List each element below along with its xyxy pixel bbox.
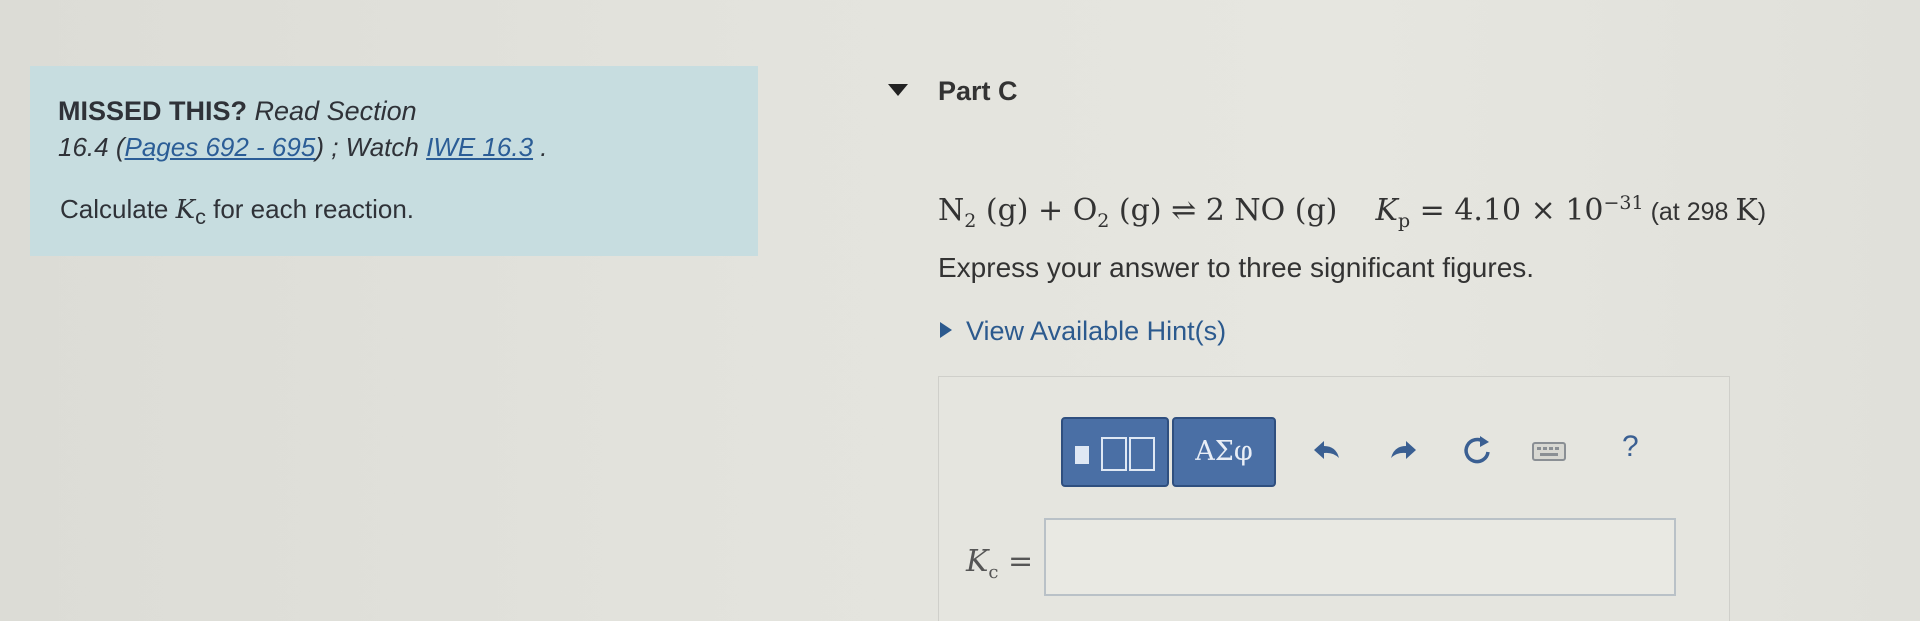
iwe-link[interactable]: IWE 16.3 <box>426 132 533 162</box>
view-hints-label: View Available Hint(s) <box>966 316 1227 346</box>
templates-icon-part <box>1129 437 1155 471</box>
missed-this-heading: MISSED THIS? Read Section <box>58 96 417 127</box>
kc-sub: c <box>988 562 999 583</box>
expand-triangle-icon <box>940 322 952 338</box>
eq-kp: K <box>1375 193 1398 228</box>
eq-value: = 4.10 × 10 <box>1410 193 1604 228</box>
keyboard-icon[interactable] <box>1530 432 1568 470</box>
templates-icon-part <box>1101 437 1127 471</box>
eq-kp-sub: p <box>1397 210 1411 232</box>
redo-icon[interactable] <box>1384 432 1422 470</box>
kc-eq: = <box>998 544 1034 579</box>
eq-n-sub: 2 <box>964 210 977 232</box>
templates-button[interactable] <box>1061 417 1169 487</box>
help-icon[interactable]: ? <box>1622 430 1639 464</box>
section-suffix: . <box>533 132 548 162</box>
calc-k: K <box>175 195 196 225</box>
read-section-label: Read Section <box>254 96 417 126</box>
templates-icon <box>1075 446 1089 464</box>
kc-var: K <box>966 544 989 579</box>
kc-answer-label: Kc = <box>966 544 1033 583</box>
undo-icon[interactable] <box>1308 432 1346 470</box>
eq-cond-post: ) <box>1757 198 1767 226</box>
eq-o-sub: 2 <box>1097 210 1110 232</box>
collapse-toggle-icon[interactable] <box>888 84 908 96</box>
instruction-text: Express your answer to three significant… <box>938 252 1535 283</box>
calc-post: for each reaction. <box>205 194 415 224</box>
pages-link[interactable]: Pages 692 - 695 <box>125 132 316 162</box>
eq-g1: (g) + O <box>976 193 1098 228</box>
kc-answer-input[interactable] <box>1044 518 1676 596</box>
part-title: Part C <box>938 76 1018 106</box>
problem-statement: Calculate Kc for each reaction. <box>60 194 414 230</box>
section-prefix: 16.4 ( <box>58 132 125 162</box>
missed-this-panel: MISSED THIS? Read Section 16.4 (Pages 69… <box>30 66 758 256</box>
view-hints-link[interactable]: View Available Hint(s) <box>940 316 1226 347</box>
missed-this-label: MISSED THIS? <box>58 96 248 126</box>
eq-g2: (g) ⇌ 2 NO (g) <box>1109 193 1338 228</box>
calc-pre: Calculate <box>60 194 176 224</box>
reaction-equation: N2 (g) + O2 (g) ⇌ 2 NO (g) Kp = 4.10 × 1… <box>938 192 1766 232</box>
section-reference: 16.4 (Pages 692 - 695) ; Watch IWE 16.3 … <box>58 132 547 163</box>
eq-n: N <box>938 193 965 228</box>
reset-icon[interactable] <box>1458 432 1496 470</box>
eq-cond-k: K <box>1735 193 1758 228</box>
calc-k-sub: c <box>195 204 206 230</box>
section-mid: ) ; Watch <box>315 132 427 162</box>
eq-cond-pre: (at 298 <box>1643 198 1736 226</box>
greek-symbols-button[interactable]: ΑΣφ <box>1172 417 1276 487</box>
eq-exponent: −31 <box>1603 192 1644 214</box>
